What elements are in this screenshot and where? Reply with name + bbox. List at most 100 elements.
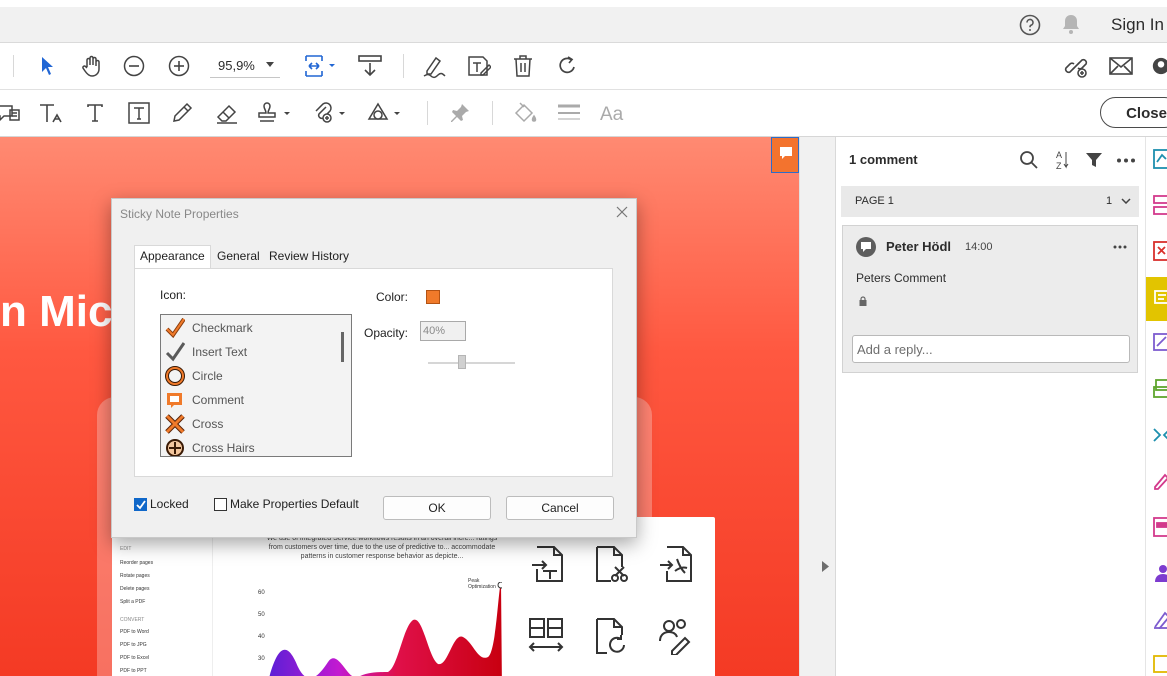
rail-compress-icon[interactable]	[1153, 425, 1167, 445]
shapes-tool-icon[interactable]	[367, 101, 405, 125]
rotate-icon[interactable]	[554, 53, 580, 79]
comments-panel-header: 1 comment AZ	[836, 137, 1146, 183]
embedded-list-item: PDF to PPT	[120, 668, 147, 674]
sticky-note-properties-dialog: Sticky Note Properties Appearance Genera…	[111, 198, 637, 538]
toolbar-divider	[427, 101, 428, 125]
user-account-icon[interactable]	[1152, 54, 1167, 78]
embedded-section-label: CONVERT	[120, 617, 145, 623]
expand-arrow-icon[interactable]	[822, 561, 829, 572]
delete-trash-icon[interactable]	[511, 53, 535, 79]
sticky-note-marker[interactable]	[771, 137, 799, 173]
close-icon[interactable]	[614, 204, 630, 220]
zoom-level-dropdown[interactable]: 95,9%	[210, 54, 280, 78]
text-comment-icon[interactable]	[0, 101, 20, 125]
rail-edit-pdf-icon[interactable]	[1153, 333, 1167, 353]
share-link-icon[interactable]	[1063, 53, 1089, 79]
textbox-icon[interactable]	[126, 101, 152, 125]
embedded-list-item: PDF to Excel	[120, 655, 150, 661]
add-text-icon[interactable]	[83, 101, 107, 125]
comment-text: Peters Comment	[856, 271, 947, 285]
icon-option-cross-hairs[interactable]: Cross Hairs	[165, 436, 335, 456]
svg-text:Z: Z	[1056, 161, 1062, 171]
tab-general[interactable]: General	[212, 247, 265, 267]
tab-appearance[interactable]: Appearance	[134, 245, 211, 268]
icon-option-cross[interactable]: Cross	[165, 412, 335, 436]
text-strikeout-tool-icon[interactable]	[38, 101, 64, 125]
rail-more-tools-icon[interactable]	[1153, 655, 1167, 675]
opacity-slider-thumb[interactable]	[458, 355, 466, 369]
compress-pdf-icon	[530, 545, 566, 583]
notifications-bell-icon[interactable]	[1061, 13, 1081, 35]
listbox-scrollbar[interactable]	[341, 332, 344, 362]
fill-sign-icon[interactable]	[421, 53, 447, 79]
toolbar-divider	[13, 55, 14, 77]
rail-protect-icon[interactable]	[1153, 609, 1167, 629]
locked-checkbox[interactable]: Locked	[134, 497, 189, 511]
eraser-icon[interactable]	[213, 101, 241, 125]
zoom-in-icon[interactable]	[167, 54, 191, 78]
tab-review-history[interactable]: Review History	[264, 247, 354, 267]
locked-checkbox-box[interactable]	[134, 497, 147, 511]
opacity-field[interactable]: 40%	[420, 321, 466, 341]
rail-organize-pages-icon[interactable]	[1153, 195, 1167, 215]
icon-option-checkmark[interactable]: Checkmark	[165, 316, 335, 340]
icon-option-insert-text[interactable]: Insert Text	[165, 340, 335, 364]
embedded-y-tick: 40	[258, 634, 265, 640]
icon-option-circle[interactable]: Circle	[165, 364, 335, 388]
sign-in-link[interactable]: Sign In	[1111, 15, 1167, 35]
close-button[interactable]: Close	[1100, 97, 1167, 128]
rail-combine-files-icon[interactable]	[1153, 379, 1167, 399]
zoom-out-icon[interactable]	[122, 54, 146, 78]
email-icon[interactable]	[1108, 53, 1134, 79]
pin-icon[interactable]	[448, 101, 472, 125]
help-icon[interactable]	[1019, 14, 1041, 36]
embedded-list-item: PDF to JPG	[120, 642, 147, 648]
svg-text:Aa: Aa	[600, 104, 624, 124]
more-options-icon[interactable]	[1116, 158, 1136, 163]
embedded-area-chart-image	[269, 582, 502, 676]
rail-redact-icon[interactable]	[1153, 517, 1167, 537]
icon-label: Icon:	[160, 288, 187, 302]
text-properties-icon[interactable]: Aa	[599, 101, 627, 125]
cut-pdf-icon	[593, 545, 629, 583]
embedded-list-item: Reorder pages	[120, 560, 154, 566]
dialog-title: Sticky Note Properties	[120, 207, 239, 221]
filter-icon[interactable]	[1085, 151, 1103, 169]
chevron-down-icon[interactable]	[1121, 198, 1131, 204]
sort-az-icon[interactable]: AZ	[1054, 149, 1070, 171]
organize-pages-icon	[527, 617, 565, 655]
icon-option-comment[interactable]: Comment	[165, 388, 335, 412]
embedded-list-item: Rotate pages	[120, 573, 150, 579]
scroll-mode-icon[interactable]	[356, 53, 384, 79]
stamp-icon[interactable]	[257, 101, 295, 125]
cancel-button[interactable]: Cancel	[506, 496, 614, 520]
color-picker-swatch[interactable]	[426, 290, 440, 304]
select-pointer-icon[interactable]	[36, 54, 58, 78]
rail-create-pdf-icon[interactable]	[1153, 241, 1167, 261]
line-thickness-icon[interactable]	[556, 101, 582, 125]
opacity-slider-track[interactable]	[428, 362, 515, 364]
check-gray-icon	[165, 342, 185, 362]
default-checkbox-box[interactable]	[214, 497, 227, 511]
rail-export-pdf-icon[interactable]	[1153, 149, 1167, 169]
hand-tool-icon[interactable]	[79, 53, 105, 79]
chevron-down-icon	[266, 62, 274, 67]
pencil-draw-icon[interactable]	[169, 101, 195, 125]
rail-request-signatures-icon[interactable]	[1153, 563, 1167, 583]
search-icon[interactable]	[1019, 150, 1039, 170]
page-group-header[interactable]: PAGE 1 1	[841, 186, 1139, 217]
reply-input[interactable]	[852, 335, 1130, 363]
color-label: Color:	[376, 290, 409, 304]
edit-text-icon[interactable]	[465, 53, 491, 79]
comment-more-icon[interactable]	[1113, 245, 1127, 249]
icon-listbox[interactable]: Checkmark Insert Text Circle Comment Cro…	[160, 314, 352, 457]
comment-card[interactable]: Peter Hödl 14:00 Peters Comment	[842, 225, 1138, 373]
fill-color-icon[interactable]	[511, 101, 539, 125]
ok-button[interactable]: OK	[383, 496, 491, 520]
embedded-y-tick: 60	[258, 590, 265, 596]
attach-file-icon[interactable]	[312, 101, 350, 125]
rail-comment-active[interactable]	[1146, 277, 1167, 321]
fit-page-icon[interactable]	[301, 53, 337, 79]
rail-fill-sign-icon[interactable]	[1153, 471, 1167, 491]
make-properties-default-checkbox[interactable]: Make Properties Default	[214, 497, 359, 511]
